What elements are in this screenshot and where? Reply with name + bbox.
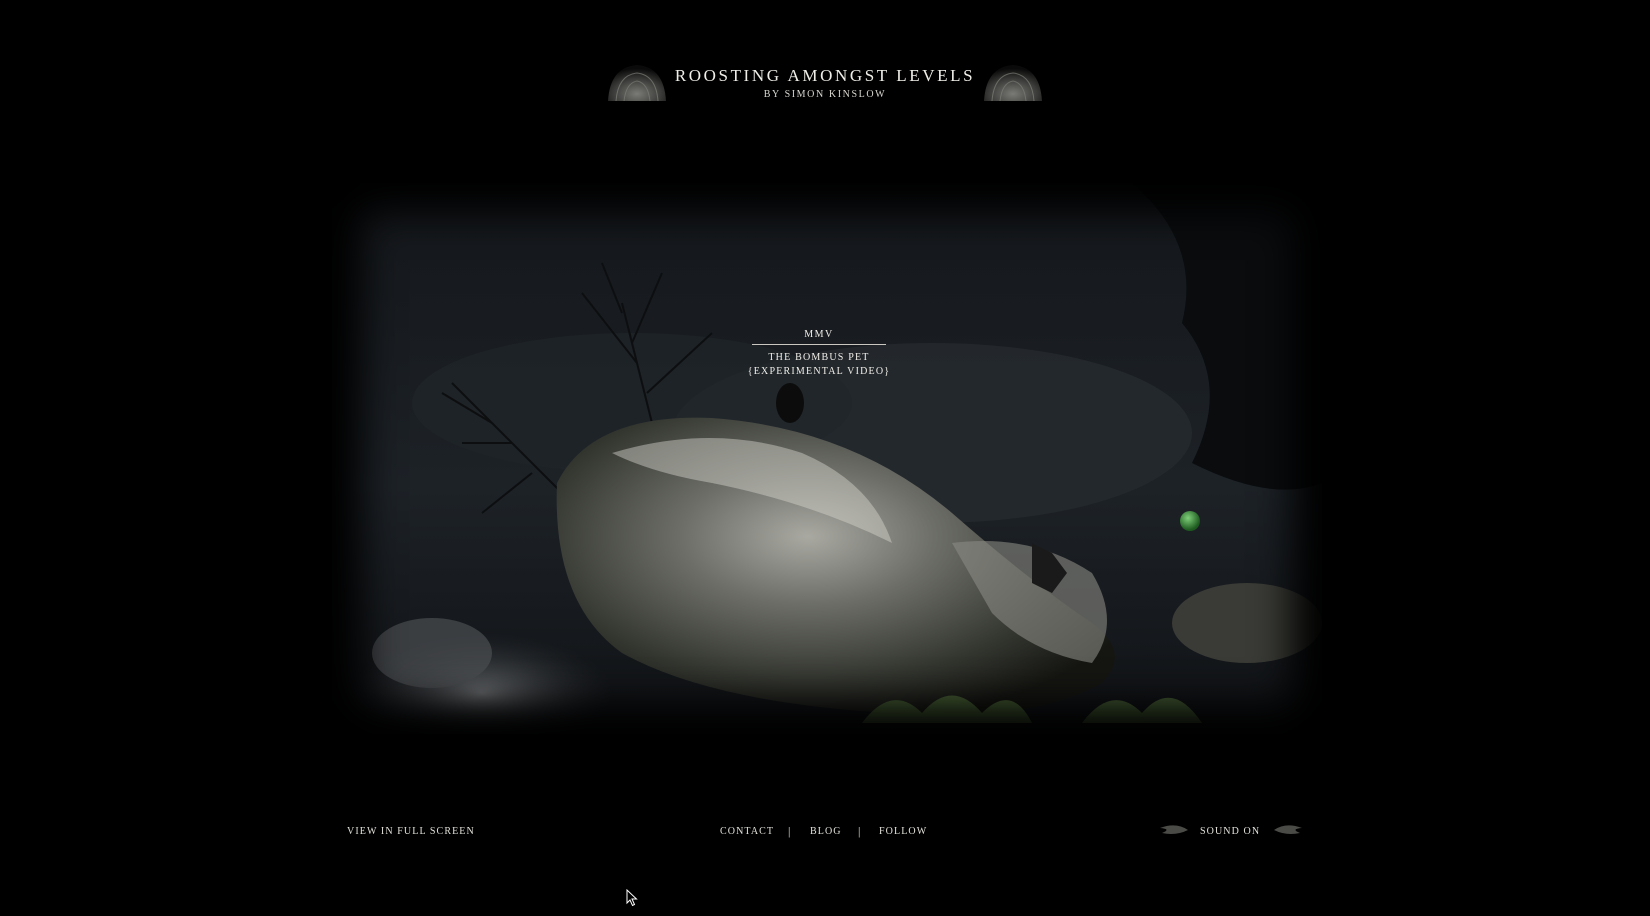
blog-link[interactable]: BLOG <box>810 826 842 837</box>
scene-illustration <box>332 183 1322 734</box>
feather-icon <box>1160 825 1188 834</box>
scene-artwork[interactable] <box>332 183 1322 734</box>
title-block: ROOSTING AMONGST LEVELS BY SIMON KINSLOW <box>0 66 1650 100</box>
view-fullscreen-link[interactable]: VIEW IN FULL SCREEN <box>347 826 475 837</box>
sound-toggle[interactable]: SOUND ON <box>1158 820 1306 842</box>
project-year: MMV <box>752 329 886 345</box>
site-header: ROOSTING AMONGST LEVELS BY SIMON KINSLOW <box>0 52 1650 112</box>
site-title[interactable]: ROOSTING AMONGST LEVELS <box>0 66 1650 86</box>
project-caption[interactable]: MMV THE BOMBUS PET {EXPERIMENTAL VIDEO} <box>740 329 898 379</box>
nav-separator: | <box>788 824 791 838</box>
project-subtitle: {EXPERIMENTAL VIDEO} <box>747 366 891 377</box>
project-title-link[interactable]: THE BOMBUS PET <box>740 350 898 365</box>
mouse-cursor-icon <box>626 889 638 907</box>
footer-nav: CONTACT | BLOG | FOLLOW <box>720 824 926 842</box>
shell-ornament-icon <box>984 65 1042 101</box>
feather-icon <box>1274 825 1302 834</box>
contact-link[interactable]: CONTACT <box>720 826 774 837</box>
site-footer: VIEW IN FULL SCREEN CONTACT | BLOG | FOL… <box>0 824 1650 844</box>
nav-separator: | <box>858 824 861 838</box>
sound-on-label[interactable]: SOUND ON <box>1200 826 1260 837</box>
follow-link[interactable]: FOLLOW <box>879 826 927 837</box>
site-byline: BY SIMON KINSLOW <box>763 89 887 100</box>
